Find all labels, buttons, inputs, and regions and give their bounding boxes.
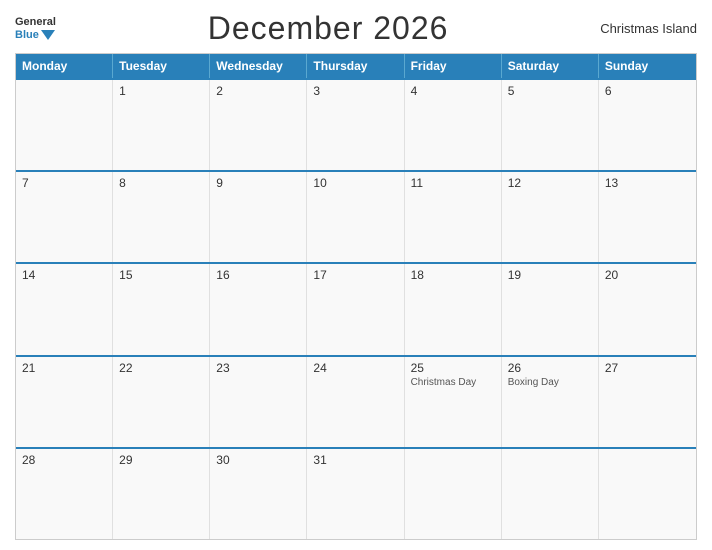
- header: General Blue December 2026 Christmas Isl…: [15, 10, 697, 47]
- cal-cell-w4d2: 22: [113, 357, 210, 447]
- region-label: Christmas Island: [600, 21, 697, 36]
- cal-cell-w1d4: 3: [307, 80, 404, 170]
- month-title: December 2026: [208, 10, 449, 47]
- cal-cell-w4d7: 27: [599, 357, 696, 447]
- cal-cell-w1d2: 1: [113, 80, 210, 170]
- calendar-header: Monday Tuesday Wednesday Thursday Friday…: [16, 54, 696, 78]
- cal-cell-w3d4: 17: [307, 264, 404, 354]
- cal-cell-w2d7: 13: [599, 172, 696, 262]
- cal-cell-w4d4: 24: [307, 357, 404, 447]
- header-wednesday: Wednesday: [210, 54, 307, 78]
- cal-cell-w3d7: 20: [599, 264, 696, 354]
- cal-cell-w1d6: 5: [502, 80, 599, 170]
- cal-cell-w5d6: [502, 449, 599, 539]
- cal-cell-w5d1: 28: [16, 449, 113, 539]
- calendar-body: 1 2 3 4 5 6 7 8 9 10 11 12 13 14 15 16: [16, 78, 696, 539]
- cal-cell-w5d2: 29: [113, 449, 210, 539]
- header-tuesday: Tuesday: [113, 54, 210, 78]
- header-sunday: Sunday: [599, 54, 696, 78]
- calendar: Monday Tuesday Wednesday Thursday Friday…: [15, 53, 697, 540]
- cal-cell-w2d3: 9: [210, 172, 307, 262]
- week-row-1: 1 2 3 4 5 6: [16, 78, 696, 170]
- header-monday: Monday: [16, 54, 113, 78]
- cal-cell-w1d5: 4: [405, 80, 502, 170]
- header-saturday: Saturday: [502, 54, 599, 78]
- cal-cell-w4d6: 26 Boxing Day: [502, 357, 599, 447]
- week-row-4: 21 22 23 24 25 Christmas Day 26 Boxing D…: [16, 355, 696, 447]
- week-row-3: 14 15 16 17 18 19 20: [16, 262, 696, 354]
- cal-cell-w3d3: 16: [210, 264, 307, 354]
- header-friday: Friday: [405, 54, 502, 78]
- week-row-5: 28 29 30 31: [16, 447, 696, 539]
- cal-cell-w3d5: 18: [405, 264, 502, 354]
- cal-cell-w1d7: 6: [599, 80, 696, 170]
- cal-cell-w2d5: 11: [405, 172, 502, 262]
- cal-cell-w5d7: [599, 449, 696, 539]
- cal-cell-w5d4: 31: [307, 449, 404, 539]
- calendar-page: General Blue December 2026 Christmas Isl…: [0, 0, 712, 550]
- cal-cell-w2d6: 12: [502, 172, 599, 262]
- cal-cell-w3d2: 15: [113, 264, 210, 354]
- cal-cell-w5d5: [405, 449, 502, 539]
- cal-cell-w4d3: 23: [210, 357, 307, 447]
- cal-cell-w5d3: 30: [210, 449, 307, 539]
- cal-cell-w4d1: 21: [16, 357, 113, 447]
- cal-cell-w1d3: 2: [210, 80, 307, 170]
- cal-cell-w2d1: 7: [16, 172, 113, 262]
- cal-cell-w4d5: 25 Christmas Day: [405, 357, 502, 447]
- cal-cell-w3d1: 14: [16, 264, 113, 354]
- logo-triangle-icon: [41, 30, 55, 40]
- cal-cell-w2d2: 8: [113, 172, 210, 262]
- header-thursday: Thursday: [307, 54, 404, 78]
- cal-cell-w3d6: 19: [502, 264, 599, 354]
- week-row-2: 7 8 9 10 11 12 13: [16, 170, 696, 262]
- cal-cell-w1d1: [16, 80, 113, 170]
- cal-cell-w2d4: 10: [307, 172, 404, 262]
- logo: General Blue: [15, 16, 56, 40]
